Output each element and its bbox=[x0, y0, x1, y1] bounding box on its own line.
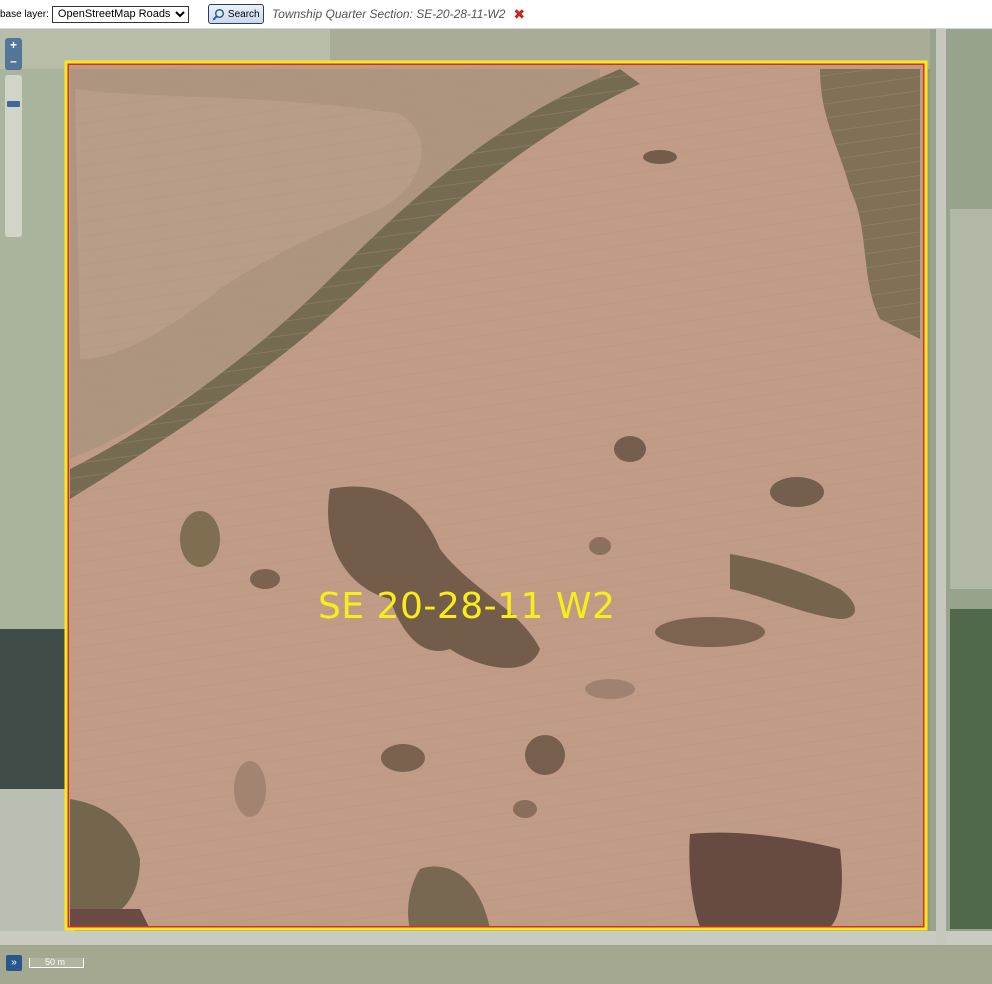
scale-bar-label: 50 m bbox=[45, 957, 66, 967]
close-icon[interactable]: ✖ bbox=[513, 6, 525, 23]
base-layer-label: base layer: bbox=[0, 8, 49, 20]
search-button-label: Search bbox=[227, 8, 260, 20]
zoom-controls: + – bbox=[5, 38, 22, 70]
satellite-imagery bbox=[0, 29, 992, 984]
parcel-label: SE 20-28-11 W2 bbox=[318, 586, 616, 627]
zoom-in-button[interactable]: + bbox=[5, 38, 22, 54]
expand-panel-button[interactable]: » bbox=[6, 955, 22, 971]
quarter-section-text: Township Quarter Section: SE-20-28-11-W2 bbox=[271, 7, 506, 21]
magnifier-icon bbox=[212, 8, 224, 21]
zoom-slider-handle[interactable] bbox=[7, 101, 20, 107]
satellite-map[interactable]: + – SE 20-28-11 W2 » 50 m bbox=[0, 29, 992, 984]
map-toolbar: base layer: OpenStreetMap Roads Search T… bbox=[0, 0, 992, 29]
zoom-out-button[interactable]: – bbox=[5, 54, 22, 70]
zoom-slider[interactable] bbox=[5, 75, 22, 237]
base-layer-select[interactable]: OpenStreetMap Roads bbox=[51, 5, 189, 23]
search-button[interactable]: Search bbox=[207, 4, 264, 24]
